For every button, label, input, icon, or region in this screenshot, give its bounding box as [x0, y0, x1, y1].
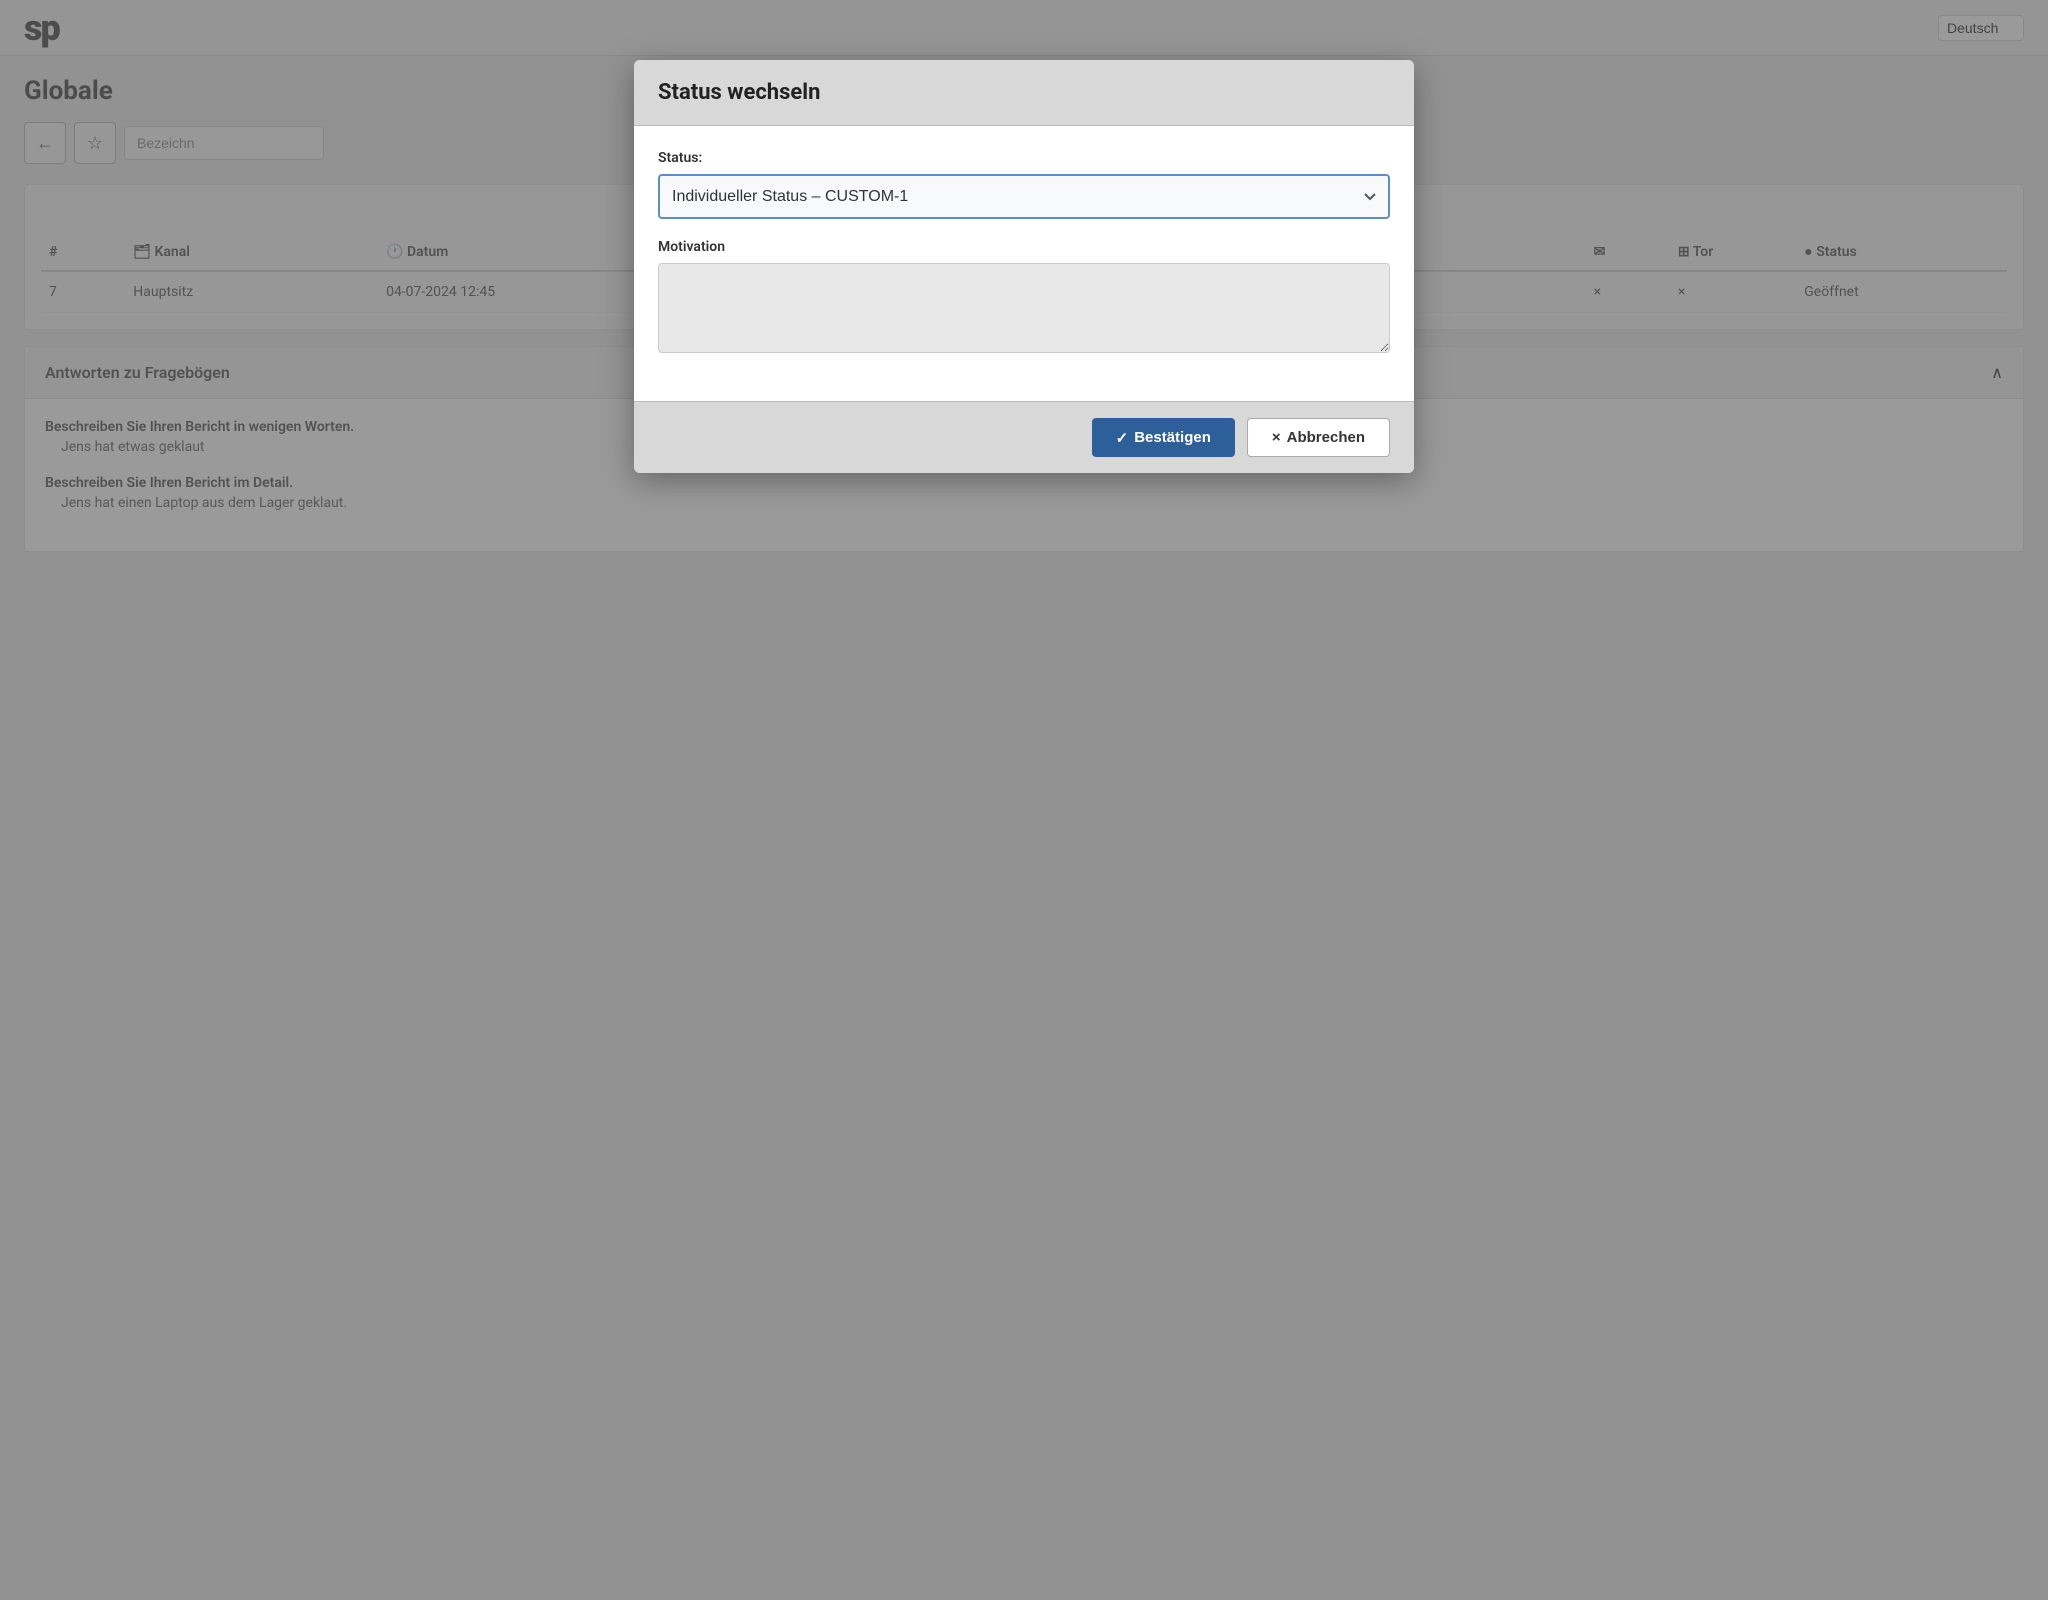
- cancel-label: Abbrechen: [1287, 429, 1365, 446]
- confirm-button[interactable]: ✓ Bestätigen: [1092, 418, 1235, 457]
- motivation-textarea[interactable]: [658, 263, 1390, 353]
- check-icon: ✓: [1116, 429, 1129, 447]
- status-select[interactable]: Individueller Status – CUSTOM-1 Geöffnet…: [658, 174, 1390, 219]
- modal-body: Status: Individueller Status – CUSTOM-1 …: [634, 126, 1414, 401]
- status-label: Status:: [658, 150, 1390, 166]
- times-icon: ×: [1272, 429, 1281, 446]
- modal-footer: ✓ Bestätigen × Abbrechen: [634, 401, 1414, 473]
- confirm-label: Bestätigen: [1134, 429, 1211, 446]
- modal-header: Status wechseln: [634, 60, 1414, 126]
- status-form-group: Status: Individueller Status – CUSTOM-1 …: [658, 150, 1390, 219]
- status-modal: Status wechseln Status: Individueller St…: [634, 60, 1414, 473]
- motivation-form-group: Motivation: [658, 239, 1390, 357]
- cancel-button[interactable]: × Abbrechen: [1247, 418, 1390, 457]
- modal-title: Status wechseln: [658, 80, 1390, 105]
- motivation-label: Motivation: [658, 239, 1390, 255]
- modal-overlay: Status wechseln Status: Individueller St…: [0, 0, 2048, 1600]
